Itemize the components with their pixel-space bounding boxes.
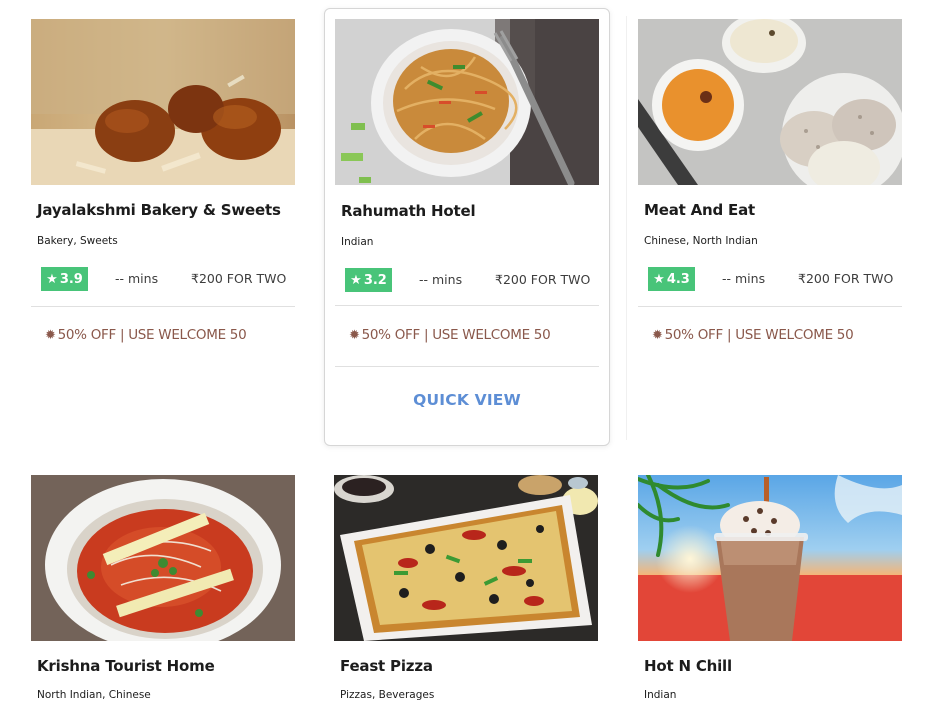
rating-badge: ★ 4.3	[648, 267, 695, 291]
restaurant-image	[31, 19, 295, 185]
restaurant-image	[638, 475, 902, 641]
star-icon: ★	[350, 272, 362, 288]
star-icon: ★	[653, 271, 665, 287]
offer-discount: 50% OFF	[664, 327, 724, 343]
restaurant-image	[335, 19, 599, 185]
column-divider	[626, 16, 627, 440]
offer-divider: |	[119, 327, 125, 343]
quick-view-button[interactable]: QUICK VIEW	[325, 391, 609, 409]
restaurant-name[interactable]: Rahumath Hotel	[341, 202, 476, 220]
restaurant-cuisine: Indian	[341, 236, 374, 248]
restaurant-name[interactable]: Jayalakshmi Bakery & Sweets	[37, 201, 281, 219]
offer-badge-icon: ✹	[652, 327, 663, 343]
restaurant-meta: ★ 4.3 -- mins ₹200 FOR TWO	[648, 267, 894, 291]
offer-divider: |	[726, 327, 732, 343]
restaurant-cuisine: Pizzas, Beverages	[340, 689, 435, 701]
restaurant-card-feast-pizza[interactable]: Feast Pizza Pizzas, Beverages	[334, 475, 598, 701]
delivery-time: -- mins	[722, 271, 766, 286]
star-icon: ★	[46, 271, 58, 287]
restaurant-card-jayalakshmi-bakery[interactable]: Jayalakshmi Bakery & Sweets Bakery, Swee…	[31, 19, 295, 349]
restaurant-meta: ★ 3.9 -- mins ₹200 FOR TWO	[41, 267, 287, 291]
rating-badge: ★ 3.2	[345, 268, 392, 292]
offer-discount: 50% OFF	[361, 327, 421, 343]
restaurant-cuisine: North Indian, Chinese	[37, 689, 151, 701]
restaurant-image	[638, 19, 902, 185]
restaurant-cuisine: Indian	[644, 689, 677, 701]
price-for-two: ₹200 FOR TWO	[798, 271, 894, 286]
restaurant-cuisine: Chinese, North Indian	[644, 235, 758, 247]
restaurant-card-rahumath-hotel[interactable]: Rahumath Hotel Indian ★ 3.2 -- mins ₹200…	[324, 8, 610, 446]
offer-text: ✹ 50% OFF | USE WELCOME 50	[45, 327, 247, 343]
offer-text: ✹ 50% OFF | USE WELCOME 50	[652, 327, 854, 343]
delivery-time: -- mins	[419, 272, 463, 287]
rating-value: 3.2	[363, 272, 387, 288]
restaurant-name[interactable]: Feast Pizza	[340, 657, 433, 675]
price-for-two: ₹200 FOR TWO	[495, 272, 591, 287]
restaurant-meta: ★ 3.2 -- mins ₹200 FOR TWO	[345, 268, 591, 292]
restaurant-image	[31, 475, 295, 641]
offer-code: USE WELCOME 50	[735, 327, 854, 343]
rating-value: 3.9	[59, 271, 83, 287]
rating-badge: ★ 3.9	[41, 267, 88, 291]
offer-discount: 50% OFF	[57, 327, 117, 343]
delivery-time: -- mins	[115, 271, 159, 286]
offer-code: USE WELCOME 50	[128, 327, 247, 343]
restaurant-name[interactable]: Krishna Tourist Home	[37, 657, 215, 675]
offer-badge-icon: ✹	[349, 327, 360, 343]
separator	[31, 306, 295, 307]
restaurant-card-meat-and-eat[interactable]: Meat And Eat Chinese, North Indian ★ 4.3…	[638, 19, 902, 349]
quick-view-separator	[335, 366, 599, 367]
separator	[638, 306, 902, 307]
separator	[335, 305, 599, 306]
restaurant-name[interactable]: Hot N Chill	[644, 657, 732, 675]
price-for-two: ₹200 FOR TWO	[191, 271, 287, 286]
offer-badge-icon: ✹	[45, 327, 56, 343]
restaurant-cuisine: Bakery, Sweets	[37, 235, 118, 247]
offer-code: USE WELCOME 50	[432, 327, 551, 343]
restaurant-card-hot-n-chill[interactable]: Hot N Chill Indian	[638, 475, 902, 701]
restaurant-card-krishna-tourist-home[interactable]: Krishna Tourist Home North Indian, Chine…	[31, 475, 295, 701]
offer-divider: |	[423, 327, 429, 343]
restaurant-name[interactable]: Meat And Eat	[644, 201, 755, 219]
restaurant-image	[334, 475, 598, 641]
offer-text: ✹ 50% OFF | USE WELCOME 50	[349, 327, 551, 343]
rating-value: 4.3	[666, 271, 690, 287]
